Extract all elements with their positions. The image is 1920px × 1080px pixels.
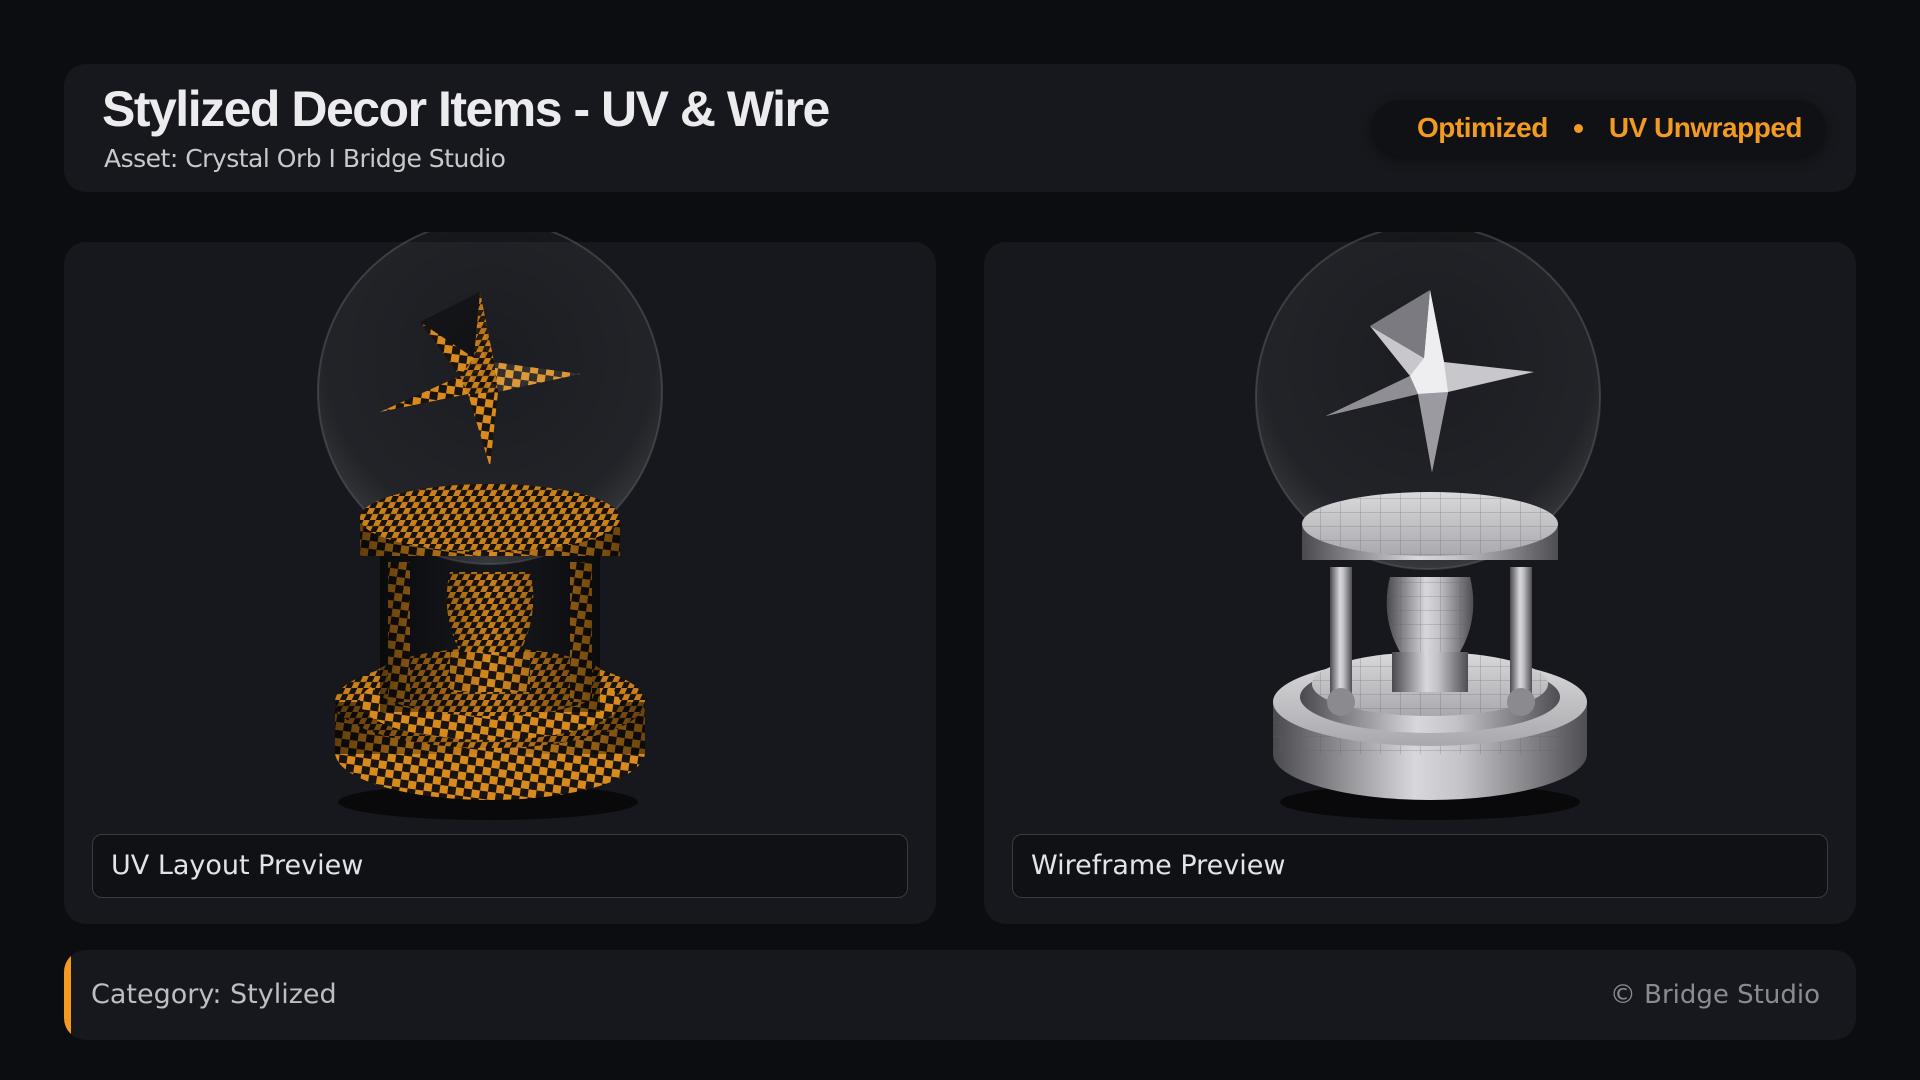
- uv-layout-panel: UV Layout Preview: [64, 232, 936, 924]
- footer-bar: Category: Stylized © Bridge Studio: [64, 950, 1856, 1040]
- wireframe-render-image: [1255, 232, 1601, 820]
- category-label: Category: Stylized: [91, 979, 337, 1010]
- uv-checker-render-image: [317, 232, 663, 820]
- copyright-label: © Bridge Studio: [1609, 980, 1820, 1010]
- uv-unwrapped-badge: UV Unwrapped: [1608, 112, 1803, 143]
- status-badges: Optimized UV Unwrapped: [1371, 100, 1826, 156]
- asset-subtitle: Asset: Crystal Orb I Bridge Studio: [104, 144, 506, 173]
- wireframe-panel: Wireframe Preview: [984, 232, 1856, 924]
- footer-accent-bar: [64, 950, 71, 1040]
- uv-layout-caption: UV Layout Preview: [92, 834, 908, 898]
- page-title: Stylized Decor Items - UV & Wire: [102, 81, 830, 137]
- header-bar: Stylized Decor Items - UV & Wire Asset: …: [64, 64, 1856, 192]
- wireframe-caption: Wireframe Preview: [1012, 834, 1828, 898]
- optimized-badge: Optimized: [1417, 112, 1548, 143]
- badge-separator-dot: [1573, 123, 1583, 133]
